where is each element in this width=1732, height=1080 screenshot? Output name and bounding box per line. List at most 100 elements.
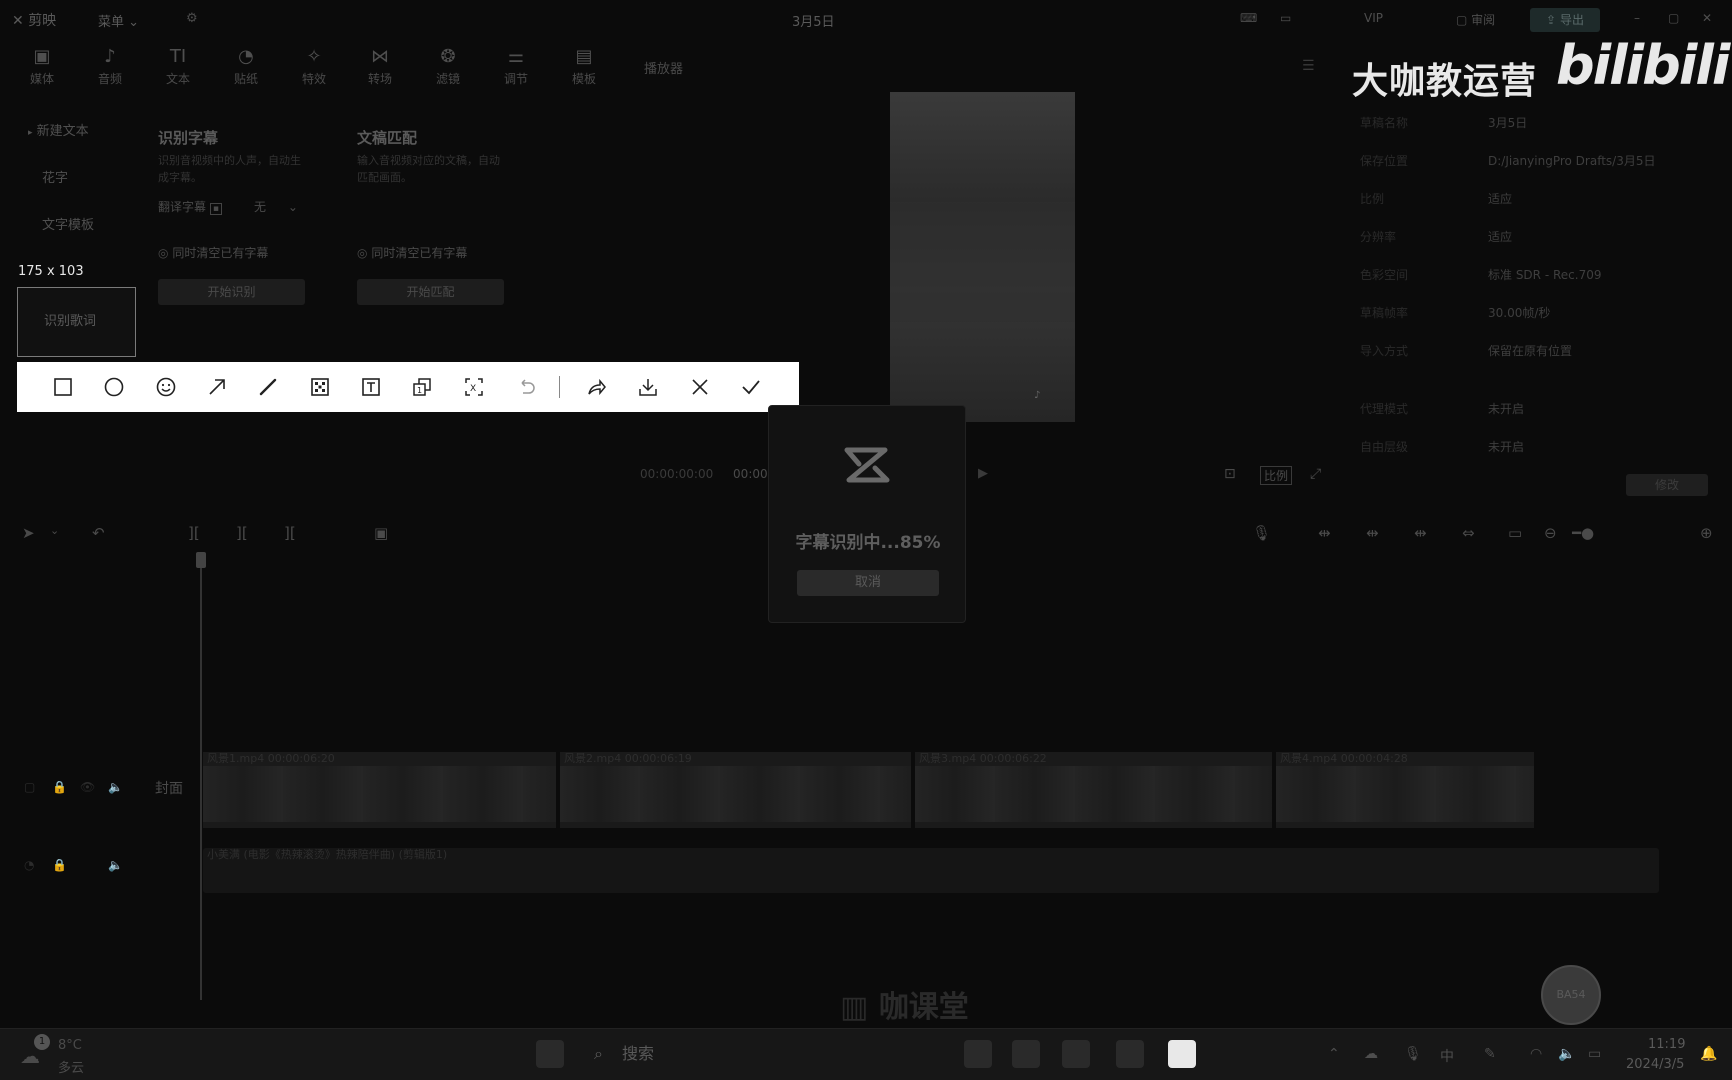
undo-icon[interactable]: ↶ xyxy=(92,524,105,542)
tab-transition[interactable]: ⋈ 转场 xyxy=(352,46,408,87)
app-icon-2[interactable] xyxy=(1012,1040,1040,1068)
tab-template[interactable]: ▤ 模板 xyxy=(556,46,612,87)
tab-media[interactable]: ▣ 媒体 xyxy=(14,46,70,87)
video-preview[interactable]: ♪ xyxy=(890,92,1075,422)
volume-icon[interactable]: 🔈 xyxy=(1558,1046,1575,1062)
mosaic-tool-icon[interactable] xyxy=(307,374,333,400)
wifi-icon[interactable]: ◠ xyxy=(1530,1046,1542,1062)
zoom-out-icon[interactable]: ⊖ xyxy=(1544,524,1557,542)
cancel-button[interactable]: 取消 xyxy=(797,570,939,596)
lock-icon[interactable]: 🔒 xyxy=(52,780,67,794)
chevron-up-icon[interactable]: ⌃ xyxy=(1328,1046,1340,1062)
speaker-icon[interactable]: 🔈 xyxy=(108,780,123,794)
zoom-slider[interactable]: ━● xyxy=(1572,524,1594,542)
cloud-icon[interactable]: ☁ xyxy=(20,1044,40,1068)
ellipse-tool-icon[interactable] xyxy=(101,374,127,400)
tab-filter[interactable]: ❂ 滤镜 xyxy=(420,46,476,87)
start-recognize-button[interactable]: 开始识别 xyxy=(158,279,305,305)
share-icon[interactable] xyxy=(584,374,610,400)
tab-effects[interactable]: ✧ 特效 xyxy=(286,46,342,87)
cover-button[interactable]: 封面 xyxy=(155,778,183,798)
link-icon-1[interactable]: ⇹ xyxy=(1318,524,1331,542)
link-icon-3[interactable]: ⇹ xyxy=(1414,524,1427,542)
audio-clip[interactable]: 小美满 (电影《热辣滚烫》热辣陪伴曲) (剪辑版1) xyxy=(203,848,1659,893)
start-match-button[interactable]: 开始匹配 xyxy=(357,279,504,305)
track-hide-icon[interactable]: ▢ xyxy=(24,780,35,794)
sidebar-item-fancy-text[interactable]: 花字 xyxy=(42,167,68,186)
clock-date[interactable]: 2024/3/5 xyxy=(1626,1057,1684,1072)
select-tool-icon[interactable]: ➤ xyxy=(22,524,35,542)
notification-bell-icon[interactable]: 🔔 xyxy=(1700,1046,1717,1062)
arrow-tool-icon[interactable] xyxy=(204,374,230,400)
layout-icon[interactable]: ▭ xyxy=(1280,11,1291,25)
undo-icon[interactable] xyxy=(513,374,539,400)
weather-temperature[interactable]: 8°C xyxy=(58,1038,82,1053)
microphone-icon[interactable]: 🎙 xyxy=(1404,1046,1422,1062)
battery-icon[interactable]: ▭ xyxy=(1588,1046,1601,1062)
replace-icon[interactable]: ▣ xyxy=(374,524,388,542)
playhead[interactable] xyxy=(200,556,202,1000)
trim-right-icon[interactable]: ][ xyxy=(284,524,296,542)
link-icon-2[interactable]: ⇹ xyxy=(1366,524,1379,542)
menu-button[interactable]: 菜单 ⌄ xyxy=(98,11,139,30)
split-icon[interactable]: ][ xyxy=(188,524,200,542)
ratio-button[interactable]: 比例 xyxy=(1260,466,1293,485)
emoji-tool-icon[interactable] xyxy=(153,374,179,400)
clear-subtitles-checkbox[interactable]: ◎ 同时清空已有字幕 xyxy=(158,244,268,261)
sidebar-item-text-template[interactable]: 文字模板 xyxy=(42,214,94,233)
cancel-icon[interactable] xyxy=(687,374,713,400)
pen-icon[interactable]: ✎ xyxy=(1484,1046,1496,1062)
playhead-handle[interactable] xyxy=(196,552,206,568)
settings-icon[interactable]: ⚙ xyxy=(186,11,198,26)
screenshot-selection[interactable]: 识别歌词 xyxy=(17,287,136,357)
modify-button[interactable]: 修改 xyxy=(1626,474,1708,496)
tab-audio[interactable]: ♪ 音频 xyxy=(82,46,138,87)
clear-manuscript-checkbox[interactable]: ◎ 同时清空已有字幕 xyxy=(357,244,467,261)
export-button[interactable]: ⇪ 导出 xyxy=(1530,8,1600,32)
chevron-down-icon[interactable]: ⌄ xyxy=(50,524,59,537)
capcut-app-icon[interactable] xyxy=(1168,1040,1196,1068)
rectangle-tool-icon[interactable] xyxy=(50,374,76,400)
clock-time[interactable]: 11:19 xyxy=(1648,1037,1685,1052)
tab-text[interactable]: TI 文本 xyxy=(150,46,206,87)
review-button[interactable]: ▢ 审阅 xyxy=(1456,11,1495,28)
app-icon-4[interactable] xyxy=(1116,1040,1144,1068)
maximize-button[interactable]: ▢ xyxy=(1668,11,1679,25)
trim-left-icon[interactable]: ][ xyxy=(236,524,248,542)
lock-icon[interactable]: 🔒 xyxy=(52,858,67,872)
sidebar-item-lyrics[interactable]: 识别歌词 xyxy=(44,310,96,329)
pen-tool-icon[interactable] xyxy=(255,374,281,400)
preview-axis-icon[interactable]: ▭ xyxy=(1508,524,1522,542)
vip-badge[interactable]: VIP xyxy=(1364,11,1383,25)
video-clip[interactable]: 风景3.mp4 00:00:06:22 xyxy=(915,752,1274,828)
onedrive-icon[interactable]: ☁ xyxy=(1364,1046,1378,1062)
split-audio-icon[interactable]: ⇔ xyxy=(1462,524,1475,542)
play-icon[interactable]: ▶ xyxy=(978,466,988,481)
confirm-check-icon[interactable] xyxy=(738,374,764,400)
app-icon-3[interactable] xyxy=(1062,1040,1090,1068)
app-icon-1[interactable] xyxy=(964,1040,992,1068)
video-clip[interactable]: 风景1.mp4 00:00:06:20 xyxy=(203,752,558,828)
ocr-tool-icon[interactable]: X xyxy=(461,374,487,400)
fullscreen-icon[interactable]: ⤢ xyxy=(1310,466,1321,482)
minimize-button[interactable]: – xyxy=(1634,11,1640,25)
microphone-icon[interactable]: 🎙 xyxy=(1252,524,1271,542)
taskbar-search[interactable]: 搜索 xyxy=(622,1040,654,1064)
tab-sticker[interactable]: ◔ 贴纸 xyxy=(218,46,274,87)
close-button[interactable]: ✕ xyxy=(1702,11,1712,25)
ime-indicator[interactable]: 中 xyxy=(1440,1046,1454,1066)
video-clip[interactable]: 风景2.mp4 00:00:06:19 xyxy=(560,752,913,828)
save-icon[interactable] xyxy=(635,374,661,400)
keyboard-icon[interactable]: ⌨ xyxy=(1240,11,1257,25)
search-icon[interactable]: ⌕ xyxy=(594,1044,603,1064)
speaker-icon[interactable]: 🔈 xyxy=(108,858,123,872)
sidebar-item-new-text[interactable]: ▸ 新建文本 xyxy=(28,120,89,139)
video-clip[interactable]: 风景4.mp4 00:00:04:28 xyxy=(1276,752,1536,828)
sequence-tool-icon[interactable]: 1 xyxy=(409,374,435,400)
panel-menu-icon[interactable]: ☰ xyxy=(1302,58,1315,74)
eye-icon[interactable]: 👁 xyxy=(80,780,95,794)
start-menu-icon[interactable] xyxy=(536,1040,564,1068)
floating-avatar[interactable]: BA54 xyxy=(1541,965,1601,1025)
fit-view-icon[interactable]: ⊡ xyxy=(1224,466,1236,482)
tab-adjust[interactable]: ⚌ 调节 xyxy=(488,46,544,87)
